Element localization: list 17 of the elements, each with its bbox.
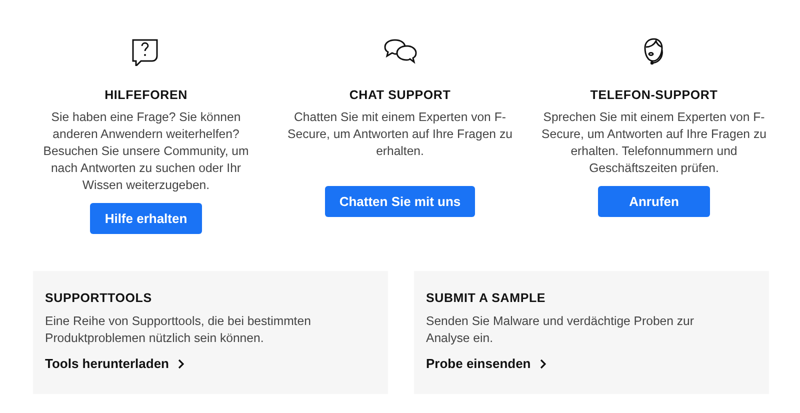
action-button[interactable]: Hilfe erhalten <box>90 203 202 234</box>
action-button[interactable]: Anrufen <box>598 186 710 217</box>
card-description: Senden Sie Malware und verdächtige Proben zur Analyse ein. <box>426 313 695 347</box>
action-button[interactable]: Chatten Sie mit uns <box>325 186 475 217</box>
description: Sie haben eine Frage? Sie können anderen Anwendern weiterhelfen? Besuchen Sie unsere Community, um nach Antworten zu suchen oder Ihr Wissen weiterzugeben. <box>42 109 250 194</box>
section-title: HILFEFOREN <box>104 88 188 102</box>
section-title: CHAT SUPPORT <box>349 88 451 102</box>
description: Chatten Sie mit einem Experten von F-Secure, um Antworten auf Ihre Fragen zu erhalten. <box>286 109 514 160</box>
chevron-right-icon <box>178 358 184 368</box>
card-title: SUBMIT A SAMPLE <box>426 291 547 305</box>
card-link[interactable]: Tools herunterladen <box>45 356 184 371</box>
chevron-right-icon <box>540 358 546 368</box>
card-link[interactable]: Probe einsenden <box>426 356 546 371</box>
description: Sprechen Sie mit einem Experten von F-Secure, um Antworten auf Ihre Fragen zu erhalten. Telefonnummern und Geschäftszeiten prüfen. <box>540 109 768 177</box>
card-title: SUPPORTTOOLS <box>45 291 153 305</box>
section-title: TELEFON-SUPPORT <box>590 88 718 102</box>
card-description: Eine Reihe von Supporttools, die bei bestimmten Produktproblemen nützlich sein können. <box>45 313 312 347</box>
